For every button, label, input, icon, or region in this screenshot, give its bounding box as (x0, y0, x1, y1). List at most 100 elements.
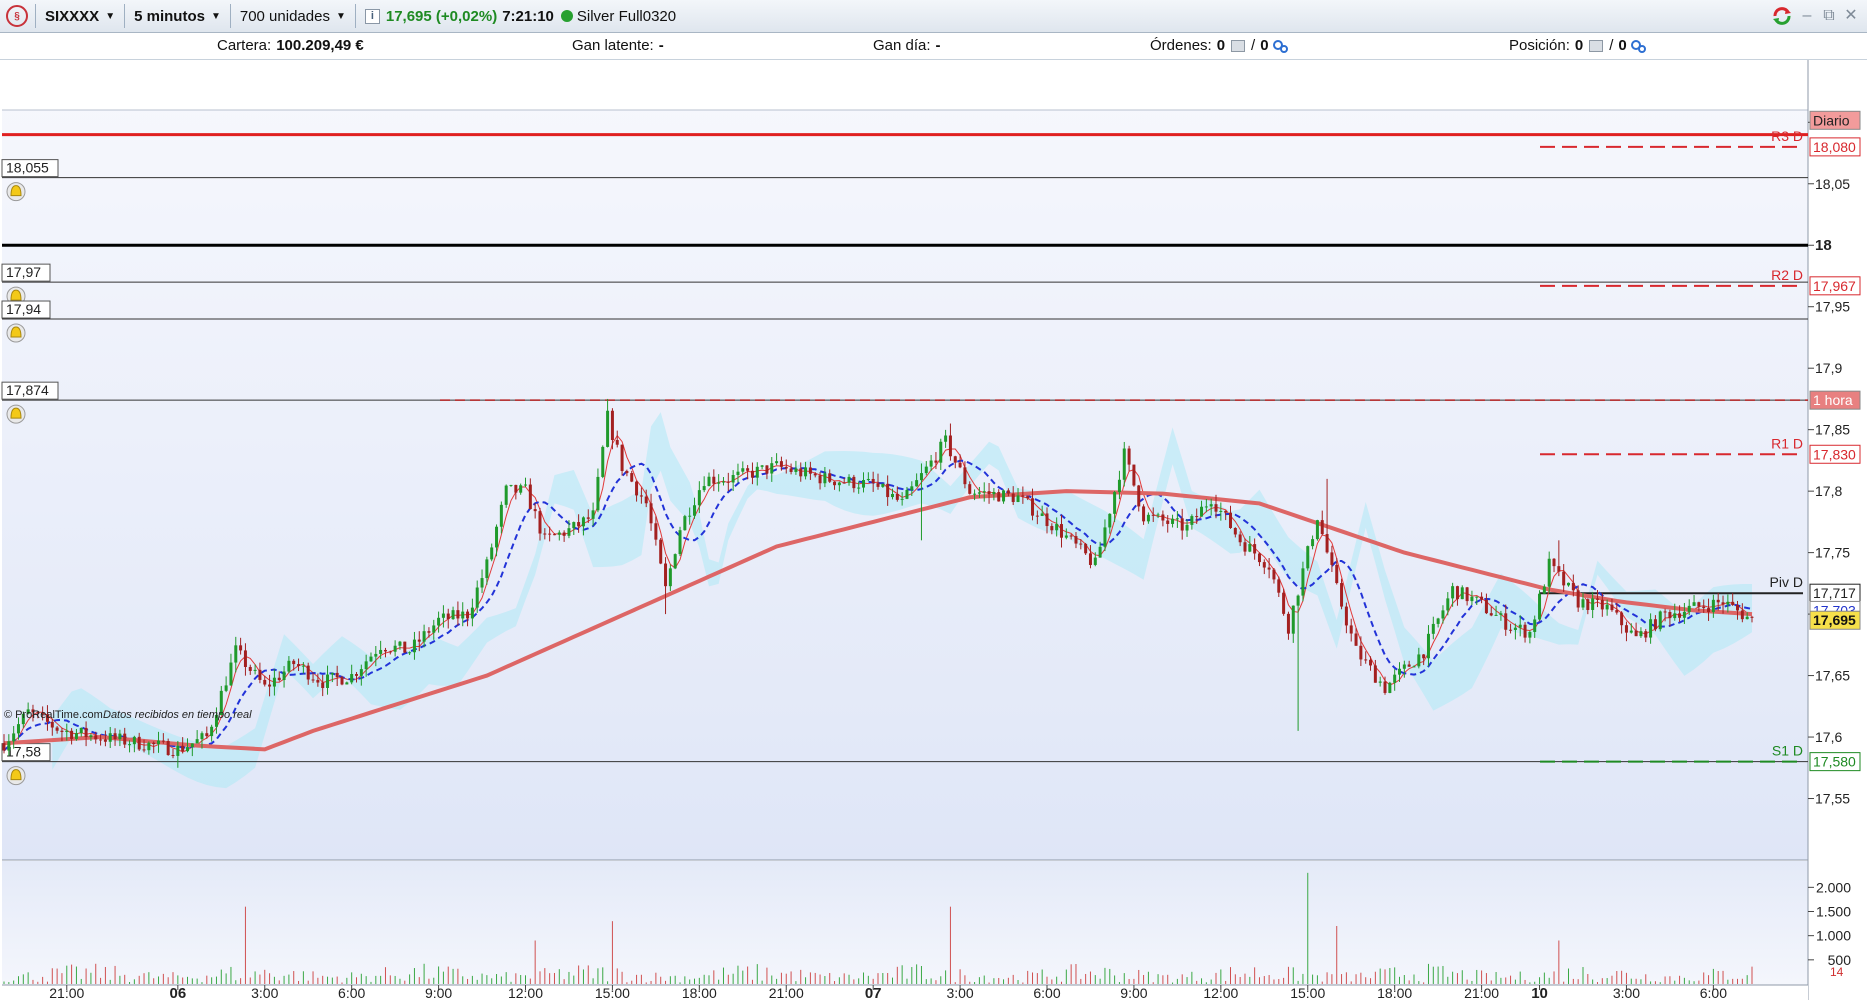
candle-body (490, 547, 494, 560)
pivot-label: R3 D (1771, 128, 1803, 144)
candle-body (1200, 506, 1204, 517)
candle-body (968, 484, 972, 494)
candle-body (1171, 518, 1175, 524)
candle-body (654, 523, 658, 540)
alert-bell-icon-body (10, 407, 22, 419)
candle-body (50, 721, 54, 728)
candle-body (1668, 611, 1672, 619)
candle-body (403, 641, 407, 653)
candle-body (1311, 539, 1315, 547)
candle-body (1441, 610, 1445, 619)
candle-body (1359, 645, 1363, 660)
candle-body (1644, 631, 1648, 638)
candle-body (70, 730, 74, 739)
units-dropdown[interactable]: 700 unidades ▼ (234, 3, 352, 29)
refresh-icon[interactable] (1771, 5, 1793, 27)
candle-body (1325, 534, 1329, 553)
candle-body (1369, 659, 1373, 666)
candle-body (345, 682, 349, 685)
y-tick-label: 17,65 (1815, 668, 1850, 684)
candle-body (1282, 592, 1286, 614)
candle-body (190, 743, 194, 748)
price-chart[interactable]: 18,055 17,97 17,94 17,874 17,58 R3 D R2 D R1 D… (0, 60, 1867, 1000)
candle-body (862, 480, 866, 488)
info-icon[interactable]: i (364, 8, 380, 24)
price-tag-label: Diario (1813, 112, 1850, 128)
candle-body (1286, 613, 1290, 634)
line-label: 17,874 (6, 382, 49, 398)
y-tick-label: 17,85 (1815, 422, 1850, 438)
candle-body (905, 489, 909, 499)
timeframe-dropdown[interactable]: 5 minutos ▼ (128, 3, 227, 29)
ticker-dropdown[interactable]: SIXXXX ▼ (39, 3, 121, 29)
candle-body (1446, 598, 1450, 611)
positions-list-icon[interactable] (1589, 39, 1604, 52)
x-tick-label: 6:00 (338, 985, 365, 1000)
candle-body (1098, 546, 1102, 558)
candle-body (721, 481, 725, 483)
pivot-label: R2 D (1771, 267, 1803, 283)
candle-body (1151, 514, 1155, 516)
candle-body (1412, 666, 1416, 668)
candle-body (919, 473, 923, 481)
window-controls: – ⧉ ✕ (1771, 5, 1859, 27)
candle-body (736, 471, 740, 475)
candle-body (379, 649, 383, 654)
cartera-value: 100.209,49 € (276, 37, 364, 54)
gear-icon[interactable] (1272, 39, 1288, 53)
candle-body (1296, 595, 1300, 606)
restore-icon[interactable]: ⧉ (1821, 8, 1837, 24)
candle-body (268, 684, 272, 687)
candle-body (982, 491, 986, 493)
candle-body (1142, 506, 1146, 522)
candle-body (321, 682, 325, 688)
close-icon[interactable]: ✕ (1843, 8, 1859, 24)
chart-header-strip (2, 60, 1808, 110)
candle-body (1736, 604, 1740, 611)
candle-body (1257, 553, 1261, 563)
candle-body (1571, 582, 1575, 591)
candle-body (1480, 596, 1484, 600)
minimize-icon[interactable]: – (1799, 8, 1815, 24)
candle-body (1475, 596, 1479, 598)
candle-body (456, 610, 460, 619)
candle-body (1069, 535, 1073, 537)
gear-icon[interactable] (1630, 39, 1646, 53)
candle-body (543, 533, 547, 535)
candle-body (794, 468, 798, 472)
candle-body (1055, 524, 1059, 531)
candle-body (1426, 633, 1430, 659)
candle-body (630, 473, 634, 482)
candle-body (137, 736, 141, 750)
candle-body (683, 516, 687, 531)
app-logo-icon[interactable]: § (6, 5, 28, 27)
candle-body (1528, 631, 1532, 638)
candle-body (524, 484, 528, 486)
x-tick-label: 6:00 (1700, 985, 1727, 1000)
volume-tick-label: 1.000 (1816, 928, 1851, 944)
orders-list-icon[interactable] (1231, 39, 1246, 52)
candle-body (427, 631, 431, 633)
candle-body (1562, 571, 1566, 586)
candle-body (1460, 587, 1464, 600)
candle-body (1595, 598, 1599, 600)
gan-latente-field: Gan latente: - (572, 37, 664, 54)
ordenes-field: Órdenes: 0 / 0 (1150, 37, 1288, 54)
candle-body (485, 559, 489, 579)
candle-body (779, 461, 783, 467)
candle-body (1567, 582, 1571, 586)
candle-body (886, 483, 890, 498)
candle-body (311, 679, 315, 681)
candle-body (176, 745, 180, 756)
candle-body (7, 741, 11, 751)
candle-body (852, 476, 856, 489)
volume-tick-label: 2.000 (1816, 879, 1851, 895)
candle-body (60, 730, 64, 732)
posicion-value-a: 0 (1574, 37, 1584, 54)
x-tick-label: 06 (169, 985, 186, 1000)
candle-body (147, 742, 151, 751)
candle-body (128, 744, 132, 746)
candle-body (808, 467, 812, 474)
candle-body (1702, 606, 1706, 609)
candle-body (383, 649, 387, 652)
